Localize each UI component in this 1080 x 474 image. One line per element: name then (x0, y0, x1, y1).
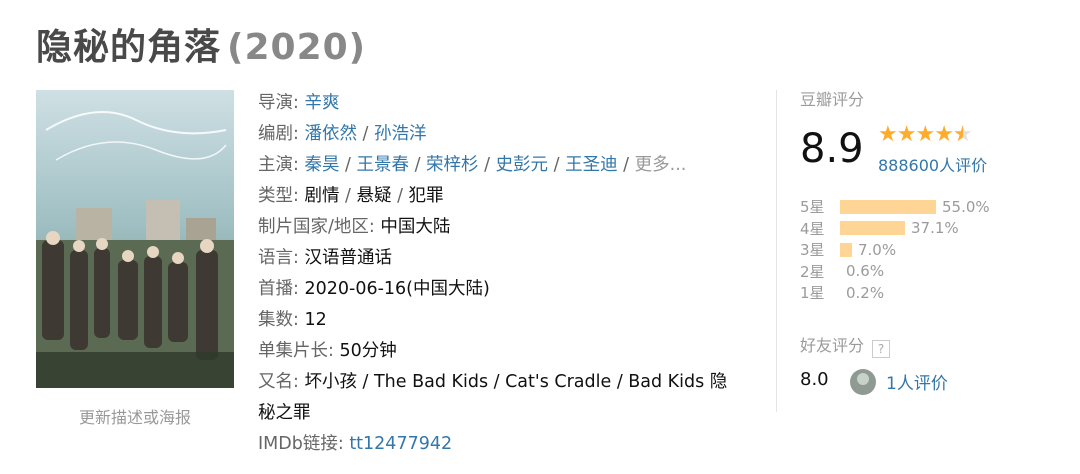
writer-row: 编剧: 潘依然 / 孙浩洋 (258, 124, 427, 144)
star-icon: ★ (915, 122, 935, 147)
distribution-row[interactable]: 3星 7.0% (800, 239, 990, 261)
section-divider (776, 90, 777, 412)
cast-link[interactable]: 史彭元 (496, 155, 549, 175)
episodes-row: 集数: 12 (258, 310, 327, 330)
poster-illustration (36, 90, 234, 388)
director-row: 导演: 辛爽 (258, 93, 340, 113)
distribution-bar (840, 221, 905, 236)
distribution-percent: 37.1% (911, 219, 959, 238)
aka-label: 又名 (258, 372, 293, 392)
writer-label: 编剧 (258, 124, 293, 144)
distribution-bar (840, 242, 852, 257)
director-link[interactable]: 辛爽 (304, 93, 339, 113)
distribution-percent: 55.0% (942, 197, 990, 216)
cast-link[interactable]: 荣梓杉 (426, 155, 479, 175)
rating-stars-icon: ★★★★★ (878, 122, 973, 147)
rating-distribution: 5星 55.0% 4星 37.1% 3星 7.0% 2星 0.6% 1星 0.2% (800, 196, 990, 304)
imdb-label: IMDb链接 (258, 434, 338, 454)
runtime-label: 单集片长 (258, 341, 328, 361)
distribution-row[interactable]: 4星 37.1% (800, 218, 990, 240)
star-level-label: 1星 (800, 284, 825, 303)
premiere-value: 2020-06-16(中国大陆) (304, 279, 490, 299)
poster-image[interactable] (36, 90, 234, 388)
episodes-value: 12 (304, 310, 327, 330)
douban-rating: 豆瓣评分 8.9 ★★★★★ 888600人评价 5星55.0% 4星37.1%… (800, 86, 1060, 395)
writer-link[interactable]: 孙浩洋 (374, 124, 427, 144)
distribution-row[interactable]: 1星 0.2% (800, 282, 990, 304)
language-value: 汉语普通话 (304, 248, 392, 268)
imdb-link[interactable]: tt12477942 (349, 434, 452, 454)
rating-label: 豆瓣评分 (800, 90, 865, 109)
language-row: 语言: 汉语普通话 (258, 248, 392, 268)
runtime-row: 单集片长: 50分钟 (258, 341, 397, 361)
genre-label: 类型 (258, 186, 293, 206)
star-level-label: 3星 (800, 241, 825, 260)
episodes-label: 集数 (258, 310, 293, 330)
star-icon: ★ (878, 122, 898, 147)
star-icon: ★ (896, 122, 917, 147)
genre-value: 悬疑 (356, 186, 392, 206)
country-row: 制片国家/地区: 中国大陆 (258, 217, 451, 237)
help-icon[interactable]: ? (872, 340, 891, 358)
cast-link[interactable]: 秦昊 (304, 155, 339, 175)
premiere-row: 首播: 2020-06-16(中国大陆) (258, 279, 490, 299)
rating-votes-link[interactable]: 888600人评价 (878, 152, 987, 176)
update-poster-link[interactable]: 更新描述或海报 (36, 404, 234, 428)
star-icon: ★ (934, 122, 954, 147)
distribution-percent: 0.6% (846, 262, 885, 281)
premiere-label: 首播 (258, 279, 293, 299)
distribution-row[interactable]: 2星 0.6% (800, 261, 990, 283)
star-level-label: 4星 (800, 219, 825, 238)
writer-link[interactable]: 潘依然 (304, 124, 357, 144)
distribution-percent: 0.2% (846, 283, 885, 302)
director-label: 导演 (258, 93, 293, 113)
friend-rating-label-text: 好友评分 (800, 336, 865, 355)
cast-row: 主演: 秦昊 / 王景春 / 荣梓杉 / 史彭元 / 王圣迪 / 更多... (258, 155, 687, 175)
star-level-label: 2星 (800, 262, 825, 281)
genre-row: 类型: 剧情 / 悬疑 / 犯罪 (258, 186, 444, 206)
distribution-row[interactable]: 5星 55.0% (800, 196, 990, 218)
distribution-bar (840, 199, 936, 214)
distribution-percent: 7.0% (858, 240, 897, 259)
cast-label: 主演 (258, 155, 293, 175)
cast-link[interactable]: 王圣迪 (565, 155, 618, 175)
cast-more-link[interactable]: 更多... (635, 155, 687, 175)
genre-value: 犯罪 (408, 186, 444, 206)
friend-votes-link[interactable]: 1人评价 (886, 369, 948, 394)
title-year: (2020) (227, 27, 367, 68)
rating-score: 8.9 (800, 126, 864, 172)
cast-link[interactable]: 王景春 (357, 155, 410, 175)
country-value: 中国大陆 (380, 217, 451, 237)
runtime-value: 50分钟 (339, 341, 397, 361)
half-star-icon: ★ (953, 122, 973, 147)
star-level-label: 5星 (800, 198, 825, 217)
friend-rating-label: 好友评分? (800, 332, 891, 358)
title-name: 隐秘的角落 (36, 27, 222, 68)
friend-avatar[interactable] (850, 369, 876, 395)
country-label: 制片国家/地区 (258, 217, 369, 237)
language-label: 语言 (258, 248, 293, 268)
page-title: 隐秘的角落 (2020) (36, 18, 366, 70)
movie-info: 导演: 辛爽 编剧: 潘依然 / 孙浩洋 主演: 秦昊 / 王景春 / 荣梓杉 … (258, 88, 758, 460)
friend-rating-score: 8.0 (800, 369, 829, 390)
aka-value: 坏小孩 / The Bad Kids / Cat's Cradle / Bad … (258, 372, 728, 423)
aka-row: 又名: 坏小孩 / The Bad Kids / Cat's Cradle / … (258, 372, 728, 423)
imdb-row: IMDb链接: tt12477942 (258, 434, 453, 454)
genre-value: 剧情 (304, 186, 340, 206)
